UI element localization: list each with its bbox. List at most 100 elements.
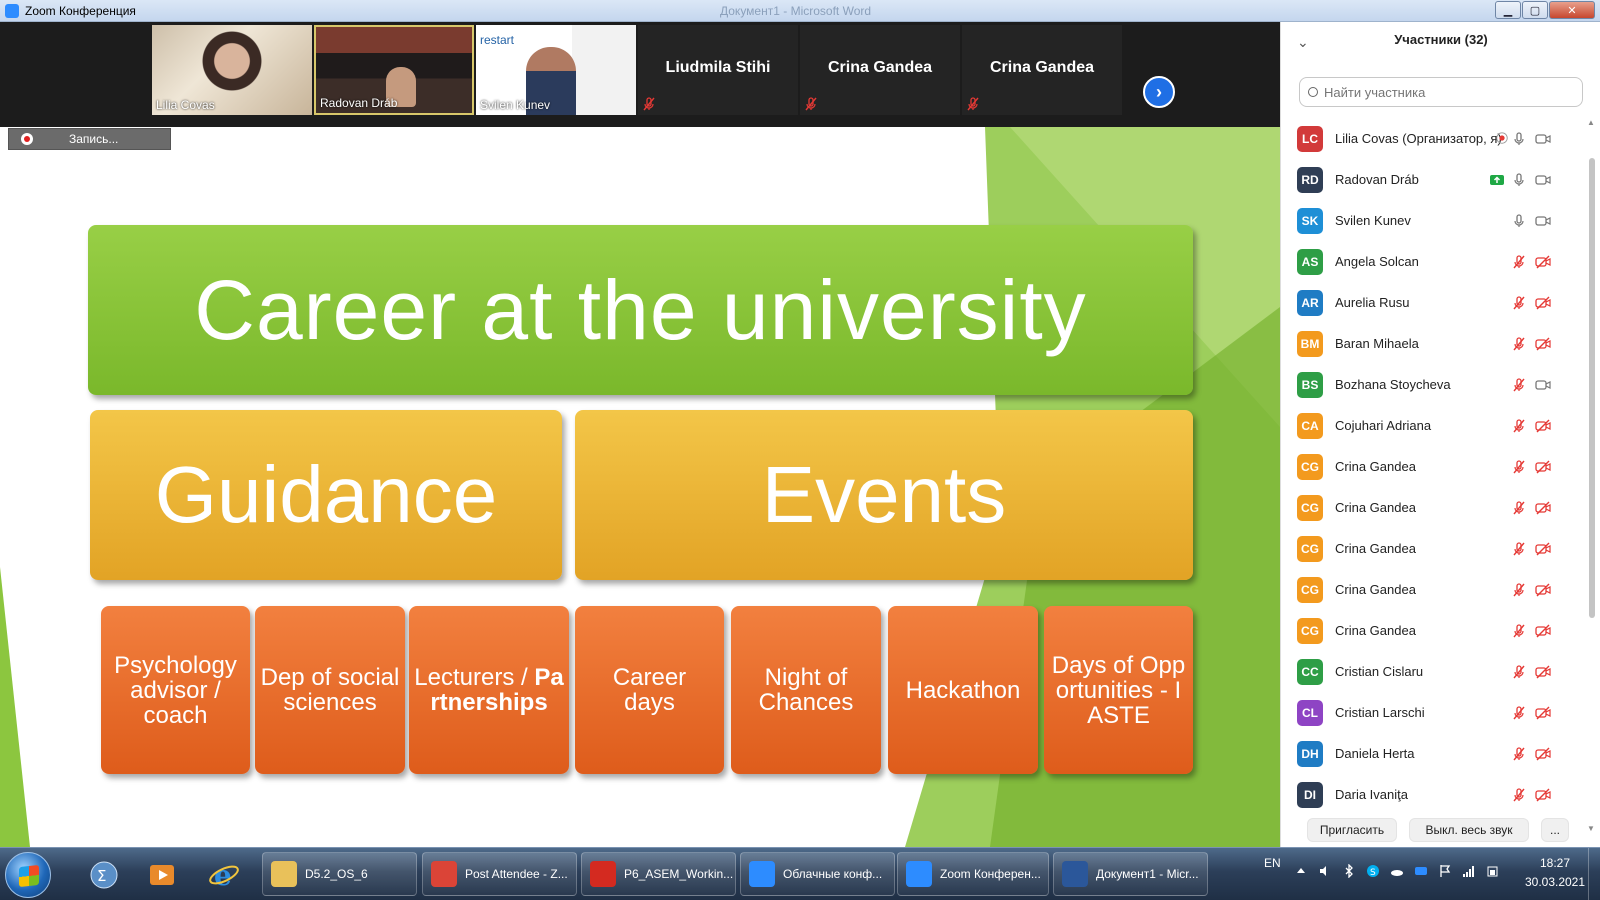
microphone-muted-icon[interactable]: [1511, 705, 1527, 721]
close-button[interactable]: ✕: [1549, 1, 1595, 19]
microphone-muted-icon[interactable]: [1511, 377, 1527, 393]
next-page-button[interactable]: ›: [1143, 76, 1175, 108]
avatar: CG: [1297, 576, 1323, 603]
microphone-icon[interactable]: [1511, 213, 1527, 229]
participant-name: Crina Gandea: [1335, 459, 1416, 474]
pinned-app[interactable]: [140, 854, 184, 896]
video-camera-off-icon[interactable]: [1535, 582, 1551, 598]
video-camera-icon[interactable]: [1535, 172, 1551, 188]
show-desktop-button[interactable]: [1588, 848, 1600, 900]
taskbar-button[interactable]: Zoom Конферен...: [897, 852, 1049, 896]
microphone-icon[interactable]: [1511, 131, 1527, 147]
participant-search[interactable]: [1299, 77, 1583, 107]
pinned-app[interactable]: Σ: [82, 854, 126, 896]
participant-row[interactable]: CC Cristian Cislaru: [1281, 651, 1600, 692]
avatar: CG: [1297, 535, 1323, 562]
expand-tray-icon[interactable]: [1294, 864, 1308, 878]
scrollbar-thumb[interactable]: [1589, 158, 1595, 618]
video-tile-active-speaker[interactable]: Radovan Dráb: [314, 25, 474, 115]
participants-header: Участники (32): [1394, 32, 1488, 47]
participant-row[interactable]: CG Crina Gandea: [1281, 528, 1600, 569]
video-camera-off-icon[interactable]: [1535, 254, 1551, 270]
video-camera-off-icon[interactable]: [1535, 746, 1551, 762]
participant-row[interactable]: CG Crina Gandea: [1281, 487, 1600, 528]
video-camera-icon[interactable]: [1535, 131, 1551, 147]
name-tile[interactable]: Crina Gandea: [962, 25, 1122, 115]
taskbar-button[interactable]: Документ1 - Micr...: [1053, 852, 1208, 896]
scrollbar[interactable]: ▲ ▼: [1587, 118, 1597, 833]
more-button[interactable]: ...: [1541, 818, 1569, 842]
name-tile[interactable]: Crina Gandea: [800, 25, 960, 115]
guidance-item: Dep of social sciences: [255, 606, 405, 774]
microphone-muted-icon[interactable]: [1511, 254, 1527, 270]
video-camera-off-icon[interactable]: [1535, 705, 1551, 721]
video-camera-off-icon[interactable]: [1535, 541, 1551, 557]
scroll-up-icon[interactable]: ▲: [1587, 118, 1595, 127]
zoom-tray-icon[interactable]: [1414, 864, 1428, 878]
name-tile[interactable]: Liudmila Stihi: [638, 25, 798, 115]
video-camera-off-icon[interactable]: [1535, 787, 1551, 803]
mute-all-button[interactable]: Выкл. весь звук: [1409, 818, 1529, 842]
tile-name: Lilia Covas: [156, 98, 215, 112]
taskbar-button[interactable]: Post Attendee - Z...: [422, 852, 577, 896]
participant-row[interactable]: AS Angela Solcan: [1281, 241, 1600, 282]
video-tile[interactable]: restart Svilen Kunev: [476, 25, 636, 115]
microphone-muted-icon[interactable]: [1511, 295, 1527, 311]
volume-icon[interactable]: [1318, 864, 1332, 878]
action-center-flag-icon[interactable]: [1438, 864, 1452, 878]
taskbar-button[interactable]: Облачные конф...: [740, 852, 895, 896]
participant-row[interactable]: BS Bozhana Stoycheva: [1281, 364, 1600, 405]
bluetooth-icon[interactable]: [1342, 864, 1356, 878]
clock-date[interactable]: 30.03.2021: [1520, 875, 1590, 889]
participant-row[interactable]: CG Crina Gandea: [1281, 569, 1600, 610]
video-camera-off-icon[interactable]: [1535, 500, 1551, 516]
microphone-muted-icon[interactable]: [1511, 582, 1527, 598]
participant-row[interactable]: CL Cristian Larschi: [1281, 692, 1600, 733]
participant-row[interactable]: DH Daniela Herta: [1281, 733, 1600, 774]
microphone-muted-icon[interactable]: [1511, 664, 1527, 680]
search-input[interactable]: [1324, 84, 1564, 100]
taskbar-button[interactable]: P6_ASEM_Workin...: [581, 852, 736, 896]
invite-button[interactable]: Пригласить: [1307, 818, 1397, 842]
language-indicator[interactable]: EN: [1264, 856, 1281, 870]
participant-row[interactable]: BM Baran Mihaela: [1281, 323, 1600, 364]
battery-icon[interactable]: [1486, 864, 1500, 878]
microphone-muted-icon[interactable]: [1511, 623, 1527, 639]
participant-row[interactable]: CA Cojuhari Adriana: [1281, 405, 1600, 446]
participant-row[interactable]: SK Svilen Kunev: [1281, 200, 1600, 241]
video-camera-off-icon[interactable]: [1535, 295, 1551, 311]
taskbar-button[interactable]: D5.2_OS_6: [262, 852, 417, 896]
maximize-button[interactable]: ▢: [1522, 1, 1548, 19]
participant-row[interactable]: DI Daria Ivaniţa: [1281, 774, 1600, 815]
pinned-app[interactable]: e: [202, 854, 246, 896]
participant-row[interactable]: CG Crina Gandea: [1281, 610, 1600, 651]
participant-row[interactable]: CG Crina Gandea: [1281, 446, 1600, 487]
video-camera-off-icon[interactable]: [1535, 664, 1551, 680]
microphone-icon[interactable]: [1511, 172, 1527, 188]
microphone-muted-icon[interactable]: [1511, 418, 1527, 434]
video-camera-icon[interactable]: [1535, 213, 1551, 229]
participant-name: Crina Gandea: [1335, 500, 1416, 515]
microphone-muted-icon[interactable]: [1511, 746, 1527, 762]
participant-row[interactable]: LC Lilia Covas (Организатор, я): [1281, 118, 1600, 159]
video-camera-off-icon[interactable]: [1535, 336, 1551, 352]
minimize-button[interactable]: ▁: [1495, 1, 1521, 19]
clock-time[interactable]: 18:27: [1520, 856, 1590, 870]
microphone-muted-icon[interactable]: [1511, 787, 1527, 803]
microphone-muted-icon[interactable]: [1511, 541, 1527, 557]
microphone-muted-icon[interactable]: [1511, 336, 1527, 352]
microphone-muted-icon[interactable]: [1511, 500, 1527, 516]
video-camera-off-icon[interactable]: [1535, 623, 1551, 639]
participant-row[interactable]: RD Radovan Dráb: [1281, 159, 1600, 200]
start-button[interactable]: [5, 852, 51, 898]
recording-indicator[interactable]: Запись...: [8, 128, 171, 150]
onedrive-icon[interactable]: [1390, 864, 1404, 878]
participant-row[interactable]: AR Aurelia Rusu: [1281, 282, 1600, 323]
video-camera-off-icon[interactable]: [1535, 418, 1551, 434]
network-signal-icon[interactable]: [1462, 864, 1476, 878]
video-camera-off-icon[interactable]: [1535, 459, 1551, 475]
video-tile[interactable]: Lilia Covas: [152, 25, 312, 115]
skype-icon[interactable]: S: [1366, 864, 1380, 878]
video-camera-icon[interactable]: [1535, 377, 1551, 393]
microphone-muted-icon[interactable]: [1511, 459, 1527, 475]
